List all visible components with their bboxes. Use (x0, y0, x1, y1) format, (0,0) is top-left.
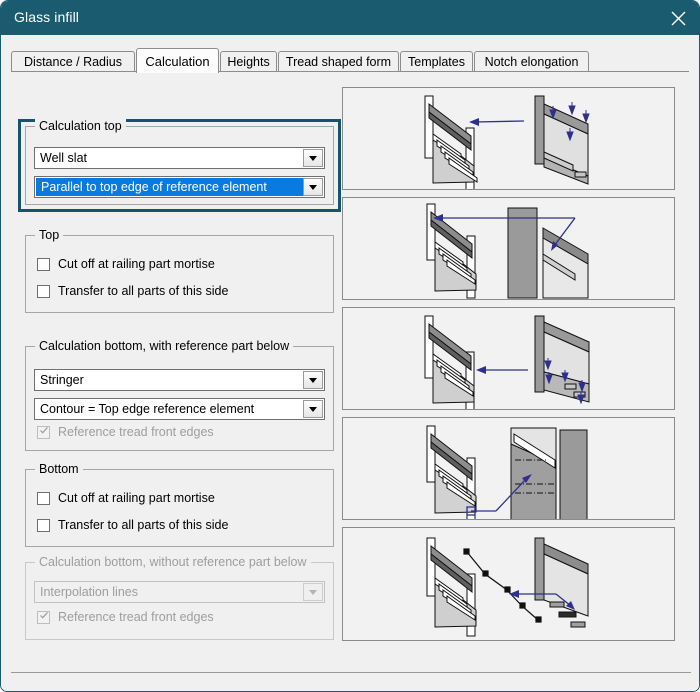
combo-calculation-bottom-part[interactable]: Stringer (34, 369, 325, 391)
combo-calculation-top-mode-value: Parallel to top edge of reference elemen… (36, 178, 303, 196)
checkbox-box (37, 257, 50, 271)
chevron-down-icon[interactable] (303, 178, 323, 196)
checkbox-box (37, 284, 50, 298)
group-calculation-bottom-without-reference-title: Calculation bottom, without reference pa… (35, 555, 311, 569)
checkbox-bottom-reference-tread-front-edges[interactable]: Reference tread front edges (37, 425, 214, 439)
group-top-title: Top (35, 228, 64, 242)
dialog-client-area: Distance / Radius Calculation Heights Tr… (1, 35, 699, 691)
checkbox-top-transfer-all-parts[interactable]: Transfer to all parts of this side (37, 284, 228, 298)
checkbox-top-cut-off-railing-mortise[interactable]: Cut off at railing part mortise (37, 257, 215, 271)
chevron-down-icon[interactable] (303, 583, 323, 601)
checkbox-box (37, 610, 50, 624)
title-bar: Glass infill (1, 1, 699, 35)
checkbox-without-reference-tread-front-edges[interactable]: Reference tread front edges (37, 610, 214, 624)
chevron-down-icon[interactable] (303, 371, 323, 389)
checkbox-box (37, 425, 50, 439)
checkbox-box (37, 491, 50, 505)
combo-calculation-bottom-part-value: Stringer (40, 373, 84, 387)
group-top: Top (25, 228, 334, 313)
preview-bottom-cutoff (342, 417, 675, 520)
checkbox-label: Transfer to all parts of this side (58, 518, 229, 532)
preview-calculation-bottom-without-reference (342, 527, 675, 641)
group-bottom: Bottom (25, 462, 334, 547)
preview-top-cutoff (342, 197, 675, 300)
tab-distance-radius[interactable]: Distance / Radius (11, 51, 135, 72)
chevron-down-icon[interactable] (303, 400, 323, 418)
checkbox-box (37, 518, 50, 532)
combo-calculation-top-part-value: Well slat (40, 151, 88, 165)
combo-calculation-bottom-without-reference-value: Interpolation lines (40, 585, 138, 599)
checkbox-label: Reference tread front edges (58, 610, 214, 624)
combo-calculation-bottom-without-reference-mode[interactable]: Interpolation lines (34, 581, 325, 603)
group-calculation-top-title: Calculation top (35, 119, 126, 133)
preview-calculation-top (342, 87, 675, 190)
checkbox-label: Transfer to all parts of this side (58, 284, 229, 298)
glass-infill-dialog: Glass infill Distance / Radius Calculati… (0, 0, 700, 692)
checkbox-label: Cut off at railing part mortise (58, 257, 215, 271)
window-title: Glass infill (14, 9, 79, 25)
tab-heights[interactable]: Heights (220, 51, 277, 72)
chevron-down-icon[interactable] (303, 149, 323, 167)
combo-calculation-bottom-mode-value: Contour = Top edge reference element (40, 402, 255, 416)
close-icon[interactable] (655, 1, 699, 35)
tab-strip: Distance / Radius Calculation Heights Tr… (11, 48, 689, 73)
tab-tread-shaped-form[interactable]: Tread shaped form (278, 51, 399, 72)
tab-notch-elongation[interactable]: Notch elongation (474, 51, 589, 72)
checkbox-bottom-transfer-all-parts[interactable]: Transfer to all parts of this side (37, 518, 228, 532)
preview-calculation-bottom-with-reference (342, 307, 675, 410)
tab-calculation[interactable]: Calculation (136, 48, 219, 73)
combo-calculation-top-mode[interactable]: Parallel to top edge of reference elemen… (34, 176, 325, 198)
combo-calculation-bottom-mode[interactable]: Contour = Top edge reference element (34, 398, 325, 420)
checkbox-label: Cut off at railing part mortise (58, 491, 215, 505)
footer-separator (11, 672, 691, 673)
tab-templates[interactable]: Templates (400, 51, 473, 72)
checkbox-bottom-cut-off-railing-mortise[interactable]: Cut off at railing part mortise (37, 491, 215, 505)
combo-calculation-top-part[interactable]: Well slat (34, 147, 325, 169)
group-bottom-title: Bottom (35, 462, 83, 476)
checkbox-label: Reference tread front edges (58, 425, 214, 439)
group-calculation-bottom-with-reference-title: Calculation bottom, with reference part … (35, 339, 294, 353)
